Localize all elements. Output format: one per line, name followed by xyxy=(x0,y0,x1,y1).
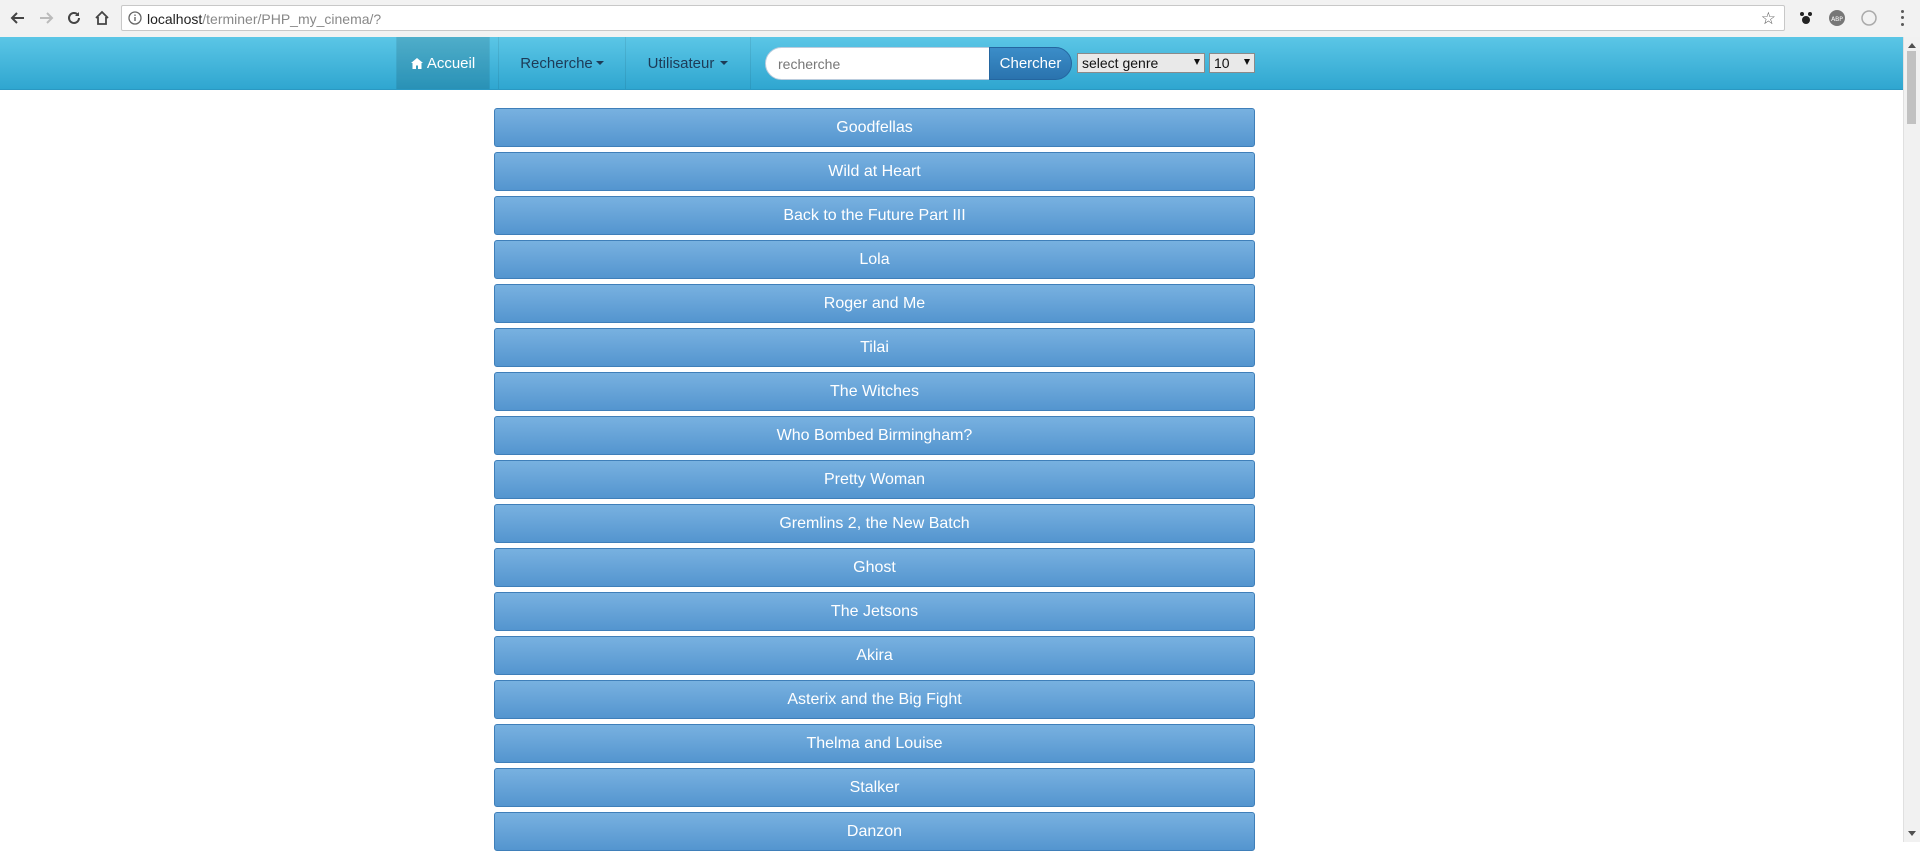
reload-icon[interactable] xyxy=(64,8,84,28)
dropdown-arrow-icon xyxy=(1244,59,1250,65)
info-icon[interactable] xyxy=(128,11,142,25)
home-icon xyxy=(410,57,423,69)
nav-divider xyxy=(489,37,490,89)
dropdown-arrow-icon xyxy=(1194,59,1200,65)
bookmark-star-icon[interactable]: ☆ xyxy=(1761,9,1776,29)
film-button[interactable]: Akira xyxy=(494,636,1255,675)
nav-recherche[interactable]: Recherche xyxy=(499,37,625,89)
film-button[interactable]: Pretty Woman xyxy=(494,460,1255,499)
film-button[interactable]: Tilai xyxy=(494,328,1255,367)
scroll-thumb[interactable] xyxy=(1907,51,1916,124)
page-scrollbar[interactable] xyxy=(1903,37,1920,842)
nav-accueil-label: Accueil xyxy=(426,54,476,72)
nav-divider xyxy=(750,37,751,89)
film-button[interactable]: Goodfellas xyxy=(494,108,1255,147)
browser-menu-icon[interactable] xyxy=(1897,8,1907,28)
forward-icon[interactable] xyxy=(36,8,56,28)
scroll-down-icon[interactable] xyxy=(1908,831,1916,836)
film-button[interactable]: Thelma and Louise xyxy=(494,724,1255,763)
film-button[interactable]: Asterix and the Big Fight xyxy=(494,680,1255,719)
chevron-down-icon xyxy=(595,61,604,65)
svg-text:ABP: ABP xyxy=(1831,16,1843,23)
address-bar[interactable]: localhost/terminer/PHP_my_cinema/? ☆ xyxy=(121,5,1785,31)
film-button[interactable]: Danzon xyxy=(494,812,1255,851)
browser-toolbar: localhost/terminer/PHP_my_cinema/? ☆ ABP xyxy=(0,0,1920,38)
nav-utilisateur[interactable]: Utilisateur xyxy=(626,37,750,89)
film-button[interactable]: Who Bombed Birmingham? xyxy=(494,416,1255,455)
url-text: localhost/terminer/PHP_my_cinema/? xyxy=(147,11,381,27)
film-button[interactable]: The Witches xyxy=(494,372,1255,411)
chevron-down-icon xyxy=(720,61,729,65)
extension-paw-icon[interactable] xyxy=(1797,9,1815,27)
genre-select-value: select genre xyxy=(1082,55,1159,71)
navbar: Accueil Recherche Utilisateur Chercher s… xyxy=(0,37,1903,90)
back-icon[interactable] xyxy=(8,8,28,28)
extension-circle-icon[interactable] xyxy=(1860,9,1878,27)
nav-accueil[interactable]: Accueil xyxy=(397,37,489,89)
adblock-icon[interactable]: ABP xyxy=(1828,9,1846,27)
home-nav-icon[interactable] xyxy=(92,8,112,28)
scroll-up-icon[interactable] xyxy=(1908,43,1916,48)
url-host: localhost xyxy=(147,11,203,27)
film-button[interactable]: Gremlins 2, the New Batch xyxy=(494,504,1255,543)
film-button[interactable]: Lola xyxy=(494,240,1255,279)
film-list: Goodfellas Wild at Heart Back to the Fut… xyxy=(494,108,1255,856)
count-select[interactable]: 10 xyxy=(1209,53,1255,73)
search-button[interactable]: Chercher xyxy=(989,47,1072,80)
genre-select[interactable]: select genre xyxy=(1077,53,1205,73)
film-button[interactable]: Ghost xyxy=(494,548,1255,587)
film-button[interactable]: Roger and Me xyxy=(494,284,1255,323)
film-button[interactable]: The Jetsons xyxy=(494,592,1255,631)
url-path: /terminer/PHP_my_cinema/? xyxy=(202,11,382,27)
nav-recherche-label: Recherche xyxy=(520,54,593,72)
film-button[interactable]: Stalker xyxy=(494,768,1255,807)
search-input[interactable] xyxy=(765,47,991,80)
film-button[interactable]: Wild at Heart xyxy=(494,152,1255,191)
film-button[interactable]: Back to the Future Part III xyxy=(494,196,1255,235)
count-select-value: 10 xyxy=(1214,55,1230,71)
nav-utilisateur-label: Utilisateur xyxy=(647,54,715,72)
